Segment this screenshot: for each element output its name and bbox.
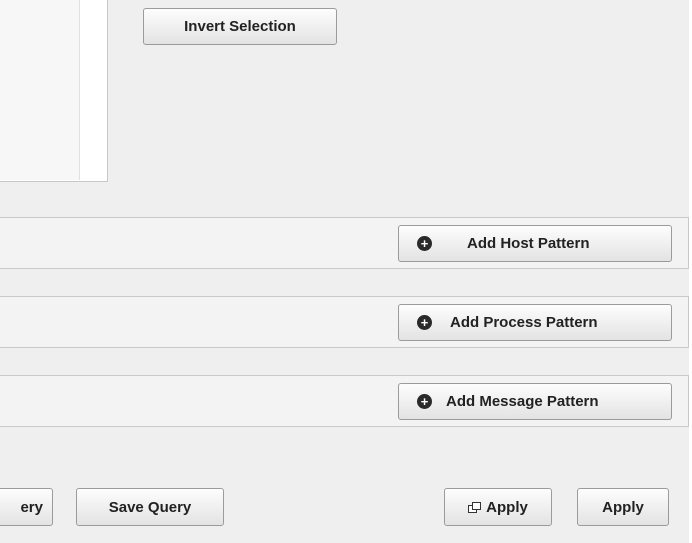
- selection-listbox[interactable]: [0, 0, 108, 182]
- process-pattern-row: + Add Process Pattern: [0, 296, 689, 348]
- plus-circle-icon: +: [417, 236, 432, 251]
- apply-in-new-window-label: Apply: [486, 498, 528, 516]
- plus-circle-icon: +: [417, 315, 432, 330]
- invert-selection-button[interactable]: Invert Selection: [143, 8, 337, 45]
- query-button-partial[interactable]: ery: [0, 488, 53, 526]
- plus-circle-icon: +: [417, 394, 432, 409]
- external-window-icon: [468, 502, 482, 513]
- host-pattern-row: + Add Host Pattern: [0, 217, 689, 269]
- query-filter-panel: Invert Selection + Add Host Pattern + Ad…: [0, 0, 689, 543]
- add-process-pattern-button[interactable]: + Add Process Pattern: [398, 304, 672, 341]
- message-pattern-row: + Add Message Pattern: [0, 375, 689, 427]
- query-button-partial-label: ery: [20, 498, 43, 516]
- add-host-pattern-label: Add Host Pattern: [467, 235, 590, 252]
- apply-button[interactable]: Apply: [577, 488, 669, 526]
- apply-in-new-window-button[interactable]: Apply: [444, 488, 552, 526]
- add-message-pattern-button[interactable]: + Add Message Pattern: [398, 383, 672, 420]
- add-message-pattern-label: Add Message Pattern: [446, 393, 599, 410]
- add-host-pattern-button[interactable]: + Add Host Pattern: [398, 225, 672, 262]
- save-query-button[interactable]: Save Query: [76, 488, 224, 526]
- listbox-content: [0, 0, 80, 180]
- add-process-pattern-label: Add Process Pattern: [450, 314, 598, 331]
